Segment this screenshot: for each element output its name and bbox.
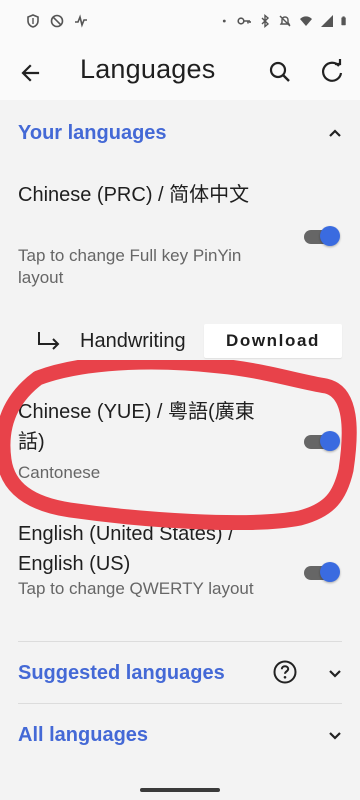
language-subtitle: Tap to change QWERTY layout: [18, 579, 254, 598]
handwriting-label: Handwriting: [80, 330, 186, 352]
download-button[interactable]: Download: [204, 324, 342, 358]
toggle-thumb: [320, 431, 340, 451]
language-title: English (United States) / English (US): [18, 523, 234, 575]
handwriting-row: Handwriting Download: [0, 322, 360, 362]
language-item-chinese-yue[interactable]: Chinese (YUE) / 粵語(廣東話) Cantonese: [0, 397, 360, 497]
section-title: Suggested languages: [18, 662, 225, 684]
language-item-chinese-prc[interactable]: Chinese (PRC) / 简体中文 Tap to change Full …: [0, 180, 360, 292]
page-title: Languages: [80, 54, 216, 84]
cell-signal-icon: [321, 15, 333, 27]
all-languages-header[interactable]: All languages: [0, 704, 360, 766]
help-icon[interactable]: [272, 659, 298, 685]
key-icon: [237, 17, 251, 25]
status-bar: [0, 0, 360, 44]
back-arrow-icon[interactable]: [18, 60, 44, 86]
shield-icon: [27, 14, 39, 28]
language-title: Chinese (PRC) / 简体中文: [18, 184, 250, 206]
language-subtitle: Tap to change Full key PinYin layout: [18, 246, 242, 287]
refresh-icon[interactable]: [318, 58, 346, 86]
chevron-down-icon[interactable]: [324, 662, 346, 684]
language-toggle[interactable]: [302, 429, 340, 451]
bluetooth-icon: [261, 14, 270, 28]
subdirectory-arrow-icon: [38, 332, 60, 350]
language-item-english-us[interactable]: English (United States) / English (US) T…: [0, 519, 360, 631]
toggle-thumb: [320, 562, 340, 582]
bell-off-icon: [279, 15, 291, 27]
toggle-thumb: [320, 226, 340, 246]
app-bar: Languages: [0, 44, 360, 100]
wifi-icon: [300, 16, 312, 26]
dnd-circle-icon: [50, 14, 64, 28]
battery-icon: [341, 16, 346, 26]
section-title: All languages: [18, 724, 149, 746]
dot-icon: [222, 19, 226, 23]
gesture-nav-handle[interactable]: [140, 788, 220, 792]
suggested-languages-header[interactable]: Suggested languages: [0, 642, 360, 704]
language-toggle[interactable]: [302, 560, 340, 582]
section-title: Your languages: [18, 122, 167, 144]
language-toggle[interactable]: [302, 224, 340, 246]
search-icon[interactable]: [266, 58, 294, 86]
language-title: Chinese (YUE) / 粵語(廣東話): [18, 401, 255, 453]
chevron-down-icon[interactable]: [324, 724, 346, 746]
your-languages-header[interactable]: Your languages: [0, 102, 360, 164]
language-subtitle: Cantonese: [18, 463, 101, 482]
chevron-up-icon[interactable]: [324, 122, 346, 144]
pulse-icon: [75, 14, 87, 28]
